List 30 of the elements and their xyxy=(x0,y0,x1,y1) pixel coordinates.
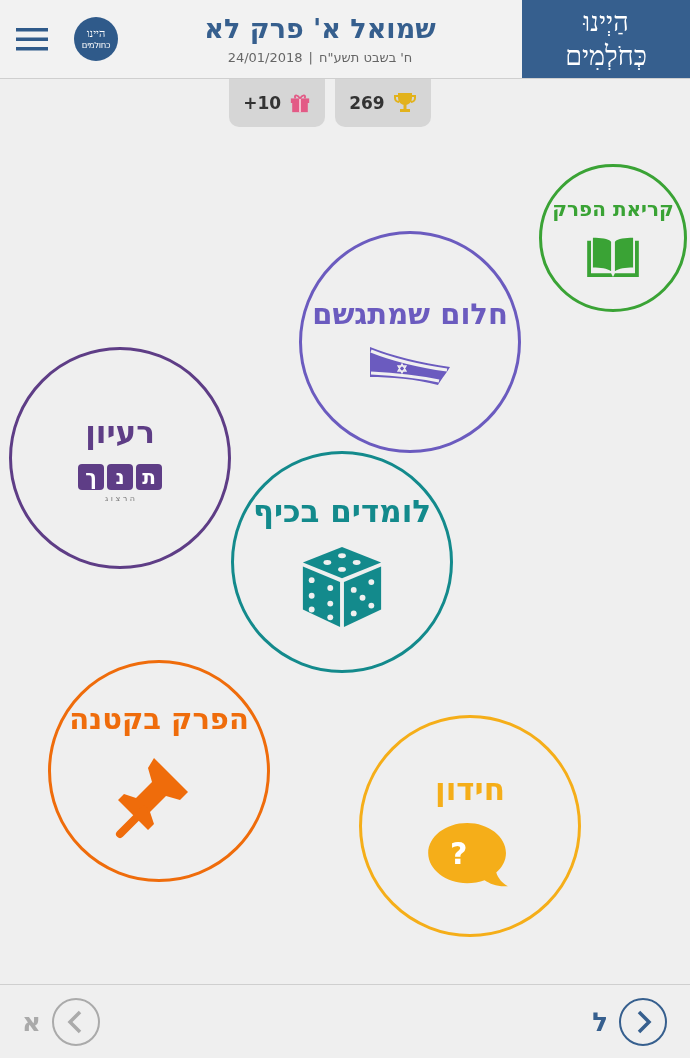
logo-text: היינו xyxy=(86,28,106,40)
next-chapter-button[interactable]: ל xyxy=(592,996,668,1047)
logo-letter: נ xyxy=(107,463,133,490)
menu-icon[interactable] xyxy=(16,27,48,51)
badge-value: +10 xyxy=(243,93,282,113)
activity-button[interactable]: לומדים בכיף xyxy=(231,451,453,673)
activity-button[interactable]: חלום שמתגשם xyxy=(299,231,521,453)
gift-icon xyxy=(289,91,312,115)
logo-subtitle: ה ר צ ו ג xyxy=(104,493,136,503)
activity-button[interactable]: רעיון ת נ ך ה ר צ ו ג xyxy=(9,347,231,569)
logo-text: הַיְינוּ xyxy=(583,5,629,39)
hebrew-date: ח' בשבט תשע"ח xyxy=(319,50,413,65)
flag-icon xyxy=(368,345,452,387)
trophy-icon xyxy=(392,91,417,115)
question-mark: ? xyxy=(450,836,468,871)
activity-button[interactable]: קריאת הפרק xyxy=(539,164,687,312)
logo-block[interactable]: הַיְינוּ כְּחֹלְמִים xyxy=(522,0,690,78)
chevron-right-icon xyxy=(618,996,668,1047)
chevron-left-icon xyxy=(50,996,101,1047)
activity-button[interactable]: הפרק בקטנה xyxy=(48,660,270,882)
logo-letter: ך xyxy=(78,463,104,490)
separator: | xyxy=(308,50,313,65)
logo-letter: ת xyxy=(136,463,162,490)
date: 24/01/2018 xyxy=(227,50,303,65)
round-logo[interactable]: היינו כחולמים xyxy=(74,17,118,61)
badge-value: 269 xyxy=(349,93,385,113)
logo-text: כְּחֹלְמִים xyxy=(565,39,647,73)
page-title: שמואל א' פרק לא xyxy=(204,13,436,44)
book-icon xyxy=(584,235,642,279)
logo-text: כחולמים xyxy=(81,40,111,50)
